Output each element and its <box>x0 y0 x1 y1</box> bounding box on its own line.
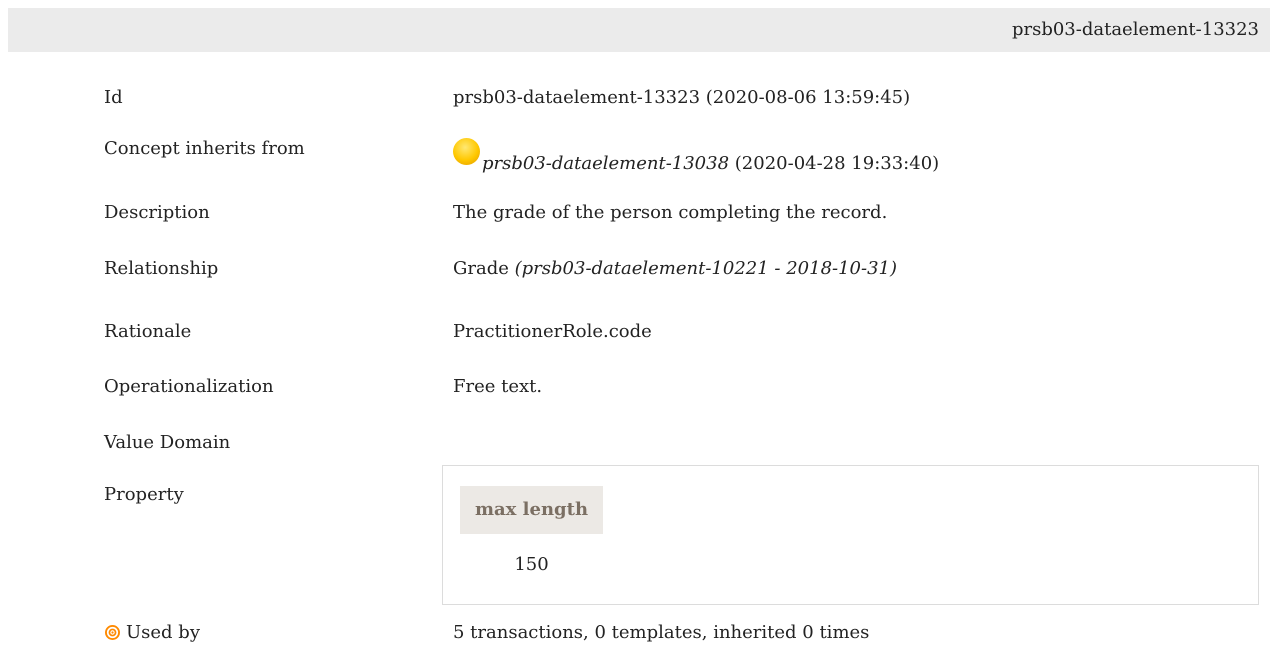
rationale-label: Rationale <box>104 321 192 342</box>
relationship-label: Relationship <box>104 258 219 279</box>
header-element-id: prsb03-dataelement-13323 <box>1011 19 1259 40</box>
inherits-date: (2020-04-28 19:33:40) <box>734 153 940 174</box>
relationship-value: Grade (prsb03-dataelement-10221 - 2018-1… <box>453 258 897 279</box>
operationalization-label: Operationalization <box>104 376 274 397</box>
description-label: Description <box>104 202 210 223</box>
id-label: Id <box>104 87 123 108</box>
used-by-value: 5 transactions, 0 templates, inherited 0… <box>453 622 870 643</box>
property-column-header: max length <box>460 486 603 534</box>
inherits-label: Concept inherits from <box>104 138 305 159</box>
operationalization-value: Free text. <box>453 376 543 397</box>
property-column-value: 150 <box>514 554 549 575</box>
relationship-detail[interactable]: (prsb03-dataelement-10221 - 2018-10-31) <box>515 258 897 279</box>
id-value: prsb03-dataelement-13323 (2020-08-06 13:… <box>453 87 911 108</box>
value-domain-label: Value Domain <box>104 432 231 453</box>
relationship-name: Grade <box>453 258 509 279</box>
target-icon <box>105 625 120 640</box>
rationale-value: PractitionerRole.code <box>453 321 652 342</box>
property-label: Property <box>104 484 184 505</box>
concept-orange-circle-icon <box>453 138 480 165</box>
property-box: max length 150 <box>442 465 1259 605</box>
inherits-link[interactable]: prsb03-dataelement-13038 <box>482 153 729 174</box>
inherits-value: prsb03-dataelement-13038 (2020-04-28 19:… <box>453 138 940 174</box>
used-by-label[interactable]: Used by <box>126 622 200 643</box>
description-value: The grade of the person completing the r… <box>453 202 888 223</box>
header-bar: prsb03-dataelement-13323 <box>8 8 1270 52</box>
